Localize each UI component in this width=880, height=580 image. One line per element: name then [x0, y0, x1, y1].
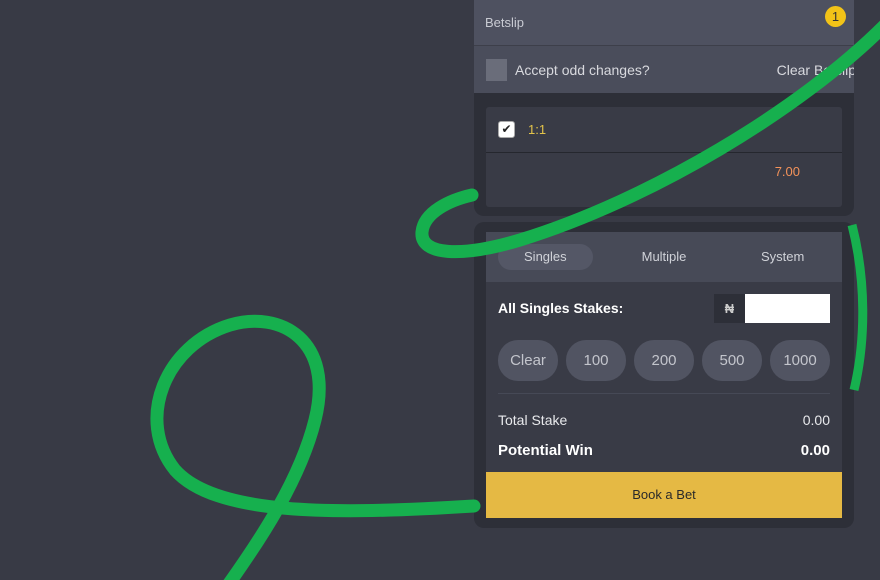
potential-win-value: 0.00	[800, 442, 830, 459]
divider	[498, 393, 830, 394]
tab-singles[interactable]: Singles	[498, 244, 593, 270]
quick-stake-200[interactable]: 200	[634, 340, 694, 381]
total-stake-value: 0.00	[802, 412, 830, 428]
quick-stake-500[interactable]: 500	[702, 340, 762, 381]
accept-odds-checkbox[interactable]	[486, 58, 507, 81]
tab-system[interactable]: System	[735, 244, 830, 270]
bet-selection: ✔ 1:1 7.00	[486, 107, 842, 207]
selection-checkbox[interactable]: ✔	[498, 121, 515, 138]
bet-type-tabs: Singles Multiple System	[486, 232, 842, 282]
betslip-title: Betslip	[485, 15, 525, 30]
stake-card: Singles Multiple System All Singles Stak…	[474, 222, 854, 528]
clear-betslip-button[interactable]: Clear Betslip	[777, 62, 854, 78]
potential-win-label: Potential Win	[498, 442, 593, 459]
total-stake-label: Total Stake	[498, 412, 568, 428]
quick-stake-clear[interactable]: Clear	[498, 340, 558, 381]
currency-symbol: ₦	[714, 293, 745, 323]
tab-multiple[interactable]: Multiple	[617, 244, 712, 270]
curve-lower	[150, 314, 481, 580]
betslip-card: Betslip 1 Accept odd changes? Clear Bets…	[474, 0, 854, 216]
selection-name: 1:1	[528, 122, 547, 137]
book-a-bet-button[interactable]: Book a Bet	[486, 472, 842, 518]
betslip-count-badge: 1	[825, 6, 846, 27]
accept-odds-row: Accept odd changes? Clear Betslip	[474, 46, 854, 93]
selection-odds: 7.00	[774, 164, 800, 179]
quick-stake-100[interactable]: 100	[566, 340, 626, 381]
all-singles-stakes-label: All Singles Stakes:	[498, 300, 624, 316]
accept-odds-label: Accept odd changes?	[515, 61, 650, 78]
betslip-header[interactable]: Betslip 1	[474, 0, 854, 46]
quick-stake-1000[interactable]: 1000	[770, 340, 830, 381]
stake-input[interactable]	[745, 293, 830, 323]
